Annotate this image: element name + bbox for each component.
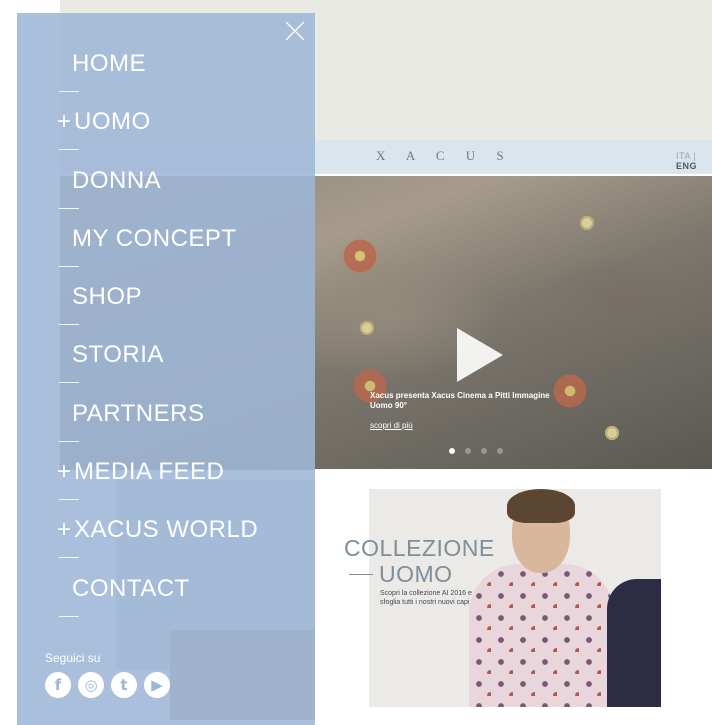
expand-plus-icon[interactable]: + [57, 513, 71, 547]
collection-divider [349, 574, 373, 575]
shirt-button [580, 216, 594, 230]
collection-description: Scopri la collezione AI 2016 e sfoglia t… [380, 590, 472, 606]
close-icon[interactable] [283, 19, 307, 43]
menu-divider [59, 149, 79, 151]
sidebar-item-xacus-world[interactable]: + XACUS WORLD [17, 513, 315, 571]
carousel-dots [449, 448, 503, 454]
shirt-button [605, 426, 619, 440]
sidebar-item-label: MY CONCEPT [72, 224, 237, 252]
sidebar-item-shop[interactable]: SHOP [17, 280, 315, 338]
menu-divider [59, 265, 79, 267]
menu-divider [59, 324, 79, 326]
menu-divider [59, 91, 79, 92]
lang-ita[interactable]: ITA [676, 151, 690, 161]
sidebar-item-label: MEDIA FEED [74, 458, 225, 486]
sidebar-item-label: SHOP [72, 283, 143, 311]
sidebar-nav: HOME + UOMO DONNA MY CONCEPT SHOP STORIA PARTNE… [17, 47, 315, 630]
sidebar-item-label: UOMO [74, 108, 151, 136]
sidebar-menu: HOME + UOMO DONNA MY CONCEPT SHOP STORIA PARTNE… [17, 13, 315, 725]
sidebar-item-label: PARTNERS [72, 399, 205, 427]
sidebar-item-donna[interactable]: DONNA [17, 164, 315, 222]
carousel-dot[interactable] [465, 448, 471, 454]
hero-discover-link[interactable]: scopri di più [370, 421, 413, 430]
sidebar-item-uomo[interactable]: + UOMO [17, 105, 315, 163]
hero-caption: Xacus presenta Xacus Cinema a Pitti Imma… [370, 391, 550, 410]
shirt-pattern [330, 236, 390, 276]
collection-title[interactable]: COLLEZIONE [344, 535, 495, 562]
sidebar-item-storia[interactable]: STORIA [17, 338, 315, 396]
sidebar-item-my-concept[interactable]: MY CONCEPT [17, 222, 315, 280]
social-links: f ◎ t ▶ [45, 672, 170, 698]
facebook-icon-glyph: f [54, 675, 62, 694]
lang-eng[interactable]: ENG [676, 161, 697, 171]
play-video-button[interactable] [457, 328, 503, 382]
sidebar-item-label: HOME [72, 50, 146, 77]
sidebar-item-media-feed[interactable]: + MEDIA FEED [17, 455, 315, 513]
sidebar-item-partners[interactable]: PARTNERS [17, 397, 315, 455]
language-switcher[interactable]: ITA | ENG [676, 151, 712, 171]
sidebar-item-contact[interactable]: CONTACT [17, 572, 315, 630]
sidebar-item-label: XACUS WORLD [74, 516, 259, 544]
menu-divider [59, 615, 79, 617]
expand-plus-icon[interactable]: + [57, 105, 71, 139]
menu-divider [59, 440, 79, 442]
follow-us-label: Seguici su [45, 651, 101, 665]
twitter-icon-glyph: t [120, 675, 128, 694]
menu-divider [59, 382, 79, 384]
expand-plus-icon[interactable]: + [57, 455, 71, 489]
menu-divider [59, 207, 79, 209]
carousel-dot[interactable] [497, 448, 503, 454]
brand-logo[interactable]: X A C U S [376, 148, 513, 164]
collection-subtitle[interactable]: UOMO [379, 561, 453, 588]
sidebar-item-home[interactable]: HOME [17, 47, 315, 105]
instagram-icon-glyph: ◎ [84, 675, 98, 694]
sidebar-item-label: STORIA [72, 341, 164, 369]
instagram-icon[interactable]: ◎ [78, 672, 104, 698]
model-shirt [469, 564, 614, 707]
youtube-icon-glyph: ▶ [151, 675, 163, 694]
facebook-icon[interactable]: f [45, 672, 71, 698]
sidebar-item-label: CONTACT [72, 574, 190, 602]
sidebar-item-label: DONNA [72, 166, 162, 194]
menu-divider [59, 557, 79, 559]
model-jacket [607, 579, 661, 707]
menu-divider [59, 499, 79, 501]
youtube-icon[interactable]: ▶ [144, 672, 170, 698]
model-hair [507, 489, 575, 523]
carousel-dot[interactable] [481, 448, 487, 454]
shirt-button [360, 321, 374, 335]
carousel-dot[interactable] [449, 448, 455, 454]
twitter-icon[interactable]: t [111, 672, 137, 698]
